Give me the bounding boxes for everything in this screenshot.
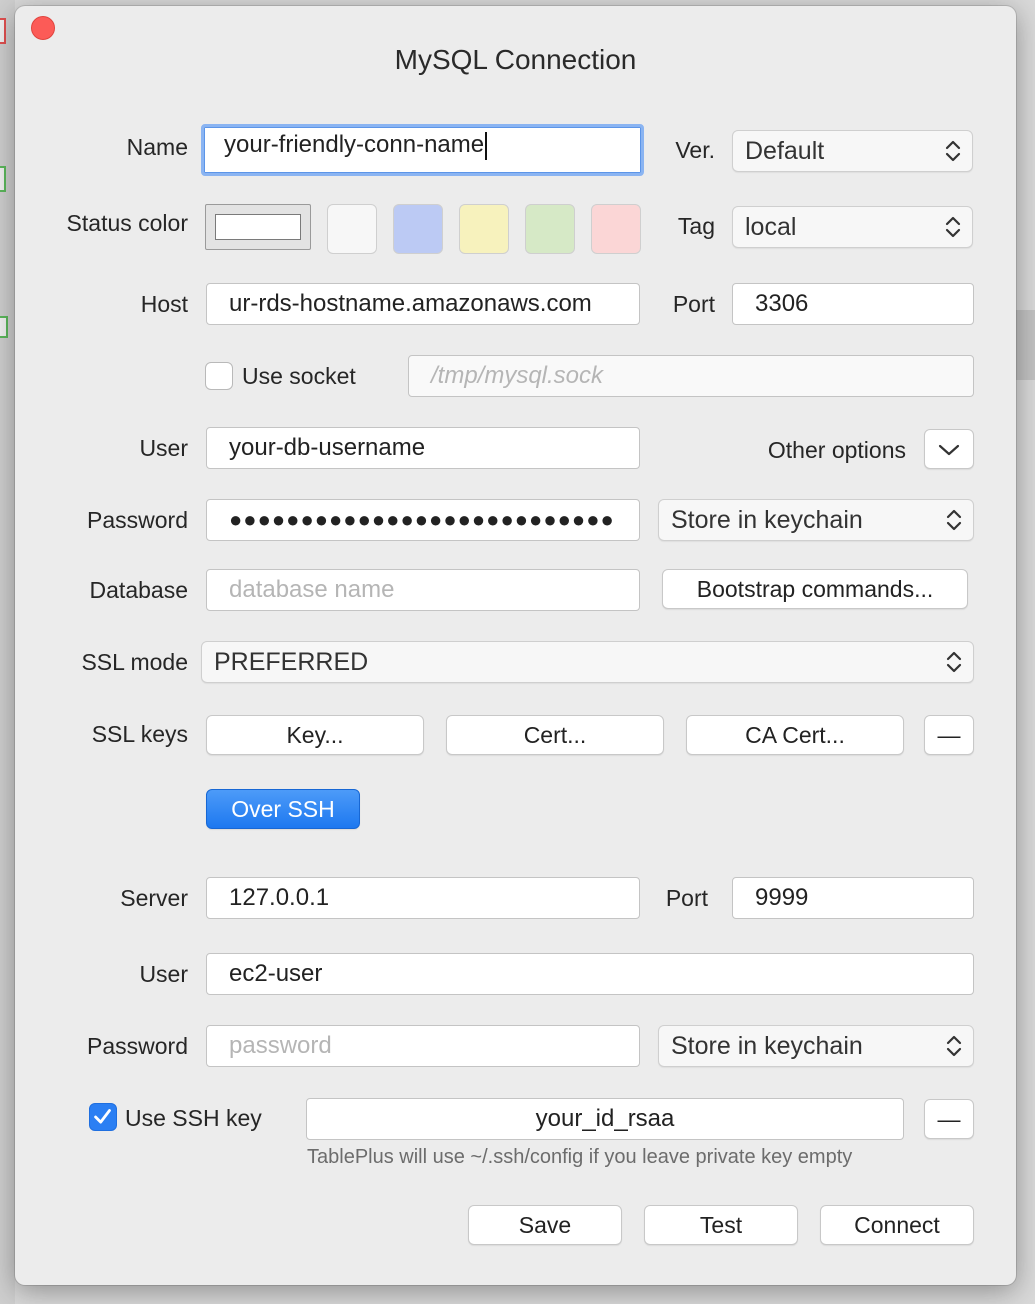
tag-select[interactable]: local (732, 206, 973, 248)
name-label: Name (126, 134, 188, 160)
user-input[interactable]: your-db-username (206, 427, 640, 469)
updown-chevron-icon (946, 1035, 962, 1057)
ssh-key-hint: TablePlus will use ~/.ssh/config if you … (307, 1146, 853, 1168)
host-input[interactable]: ur-rds-hostname.amazonaws.com (206, 283, 640, 325)
port-label: Port (672, 291, 715, 317)
background-green-mark-2 (0, 316, 8, 338)
test-button[interactable]: Test (644, 1205, 798, 1245)
ssl-keys-label: SSL keys (91, 721, 188, 747)
use-ssh-key-checkbox[interactable] (89, 1103, 117, 1131)
dialog-title: MySQL Connection (394, 44, 637, 75)
status-color-swatch-yellow[interactable] (459, 204, 509, 254)
database-label: Database (89, 577, 188, 603)
name-input[interactable]: your-friendly-conn-name (201, 124, 644, 176)
updown-chevron-icon (946, 651, 962, 673)
host-label: Host (140, 291, 188, 317)
bootstrap-commands-button[interactable]: Bootstrap commands... (662, 569, 968, 609)
save-button[interactable]: Save (468, 1205, 622, 1245)
connect-button[interactable]: Connect (820, 1205, 974, 1245)
ssh-password-label: Password (87, 1033, 188, 1059)
ssh-password-input[interactable]: password (206, 1025, 640, 1067)
use-socket-label: Use socket (242, 363, 356, 389)
ssl-mode-label: SSL mode (81, 649, 188, 675)
version-select[interactable]: Default (732, 130, 973, 172)
background-green-mark (0, 166, 6, 192)
text-caret (485, 131, 488, 160)
other-options-label: Other options (767, 437, 906, 463)
ssh-port-label: Port (665, 885, 708, 911)
checkmark-icon (94, 1109, 111, 1124)
use-socket-checkbox[interactable] (205, 362, 233, 390)
ssh-server-label: Server (120, 885, 188, 911)
password-store-value: Store in keychain (671, 506, 863, 534)
updown-chevron-icon (946, 509, 962, 531)
ssh-password-store-select[interactable]: Store in keychain (658, 1025, 974, 1067)
close-button[interactable] (31, 16, 55, 40)
ssh-port-input[interactable]: 9999 (732, 877, 974, 919)
version-select-value: Default (745, 137, 825, 165)
ssl-key-button[interactable]: Key... (206, 715, 424, 755)
ssl-ca-cert-button[interactable]: CA Cert... (686, 715, 904, 755)
ssl-mode-value: PREFERRED (214, 648, 369, 676)
ssh-user-label: User (139, 961, 188, 987)
database-input[interactable]: database name (206, 569, 640, 611)
socket-path-input[interactable]: /tmp/mysql.sock (408, 355, 974, 397)
status-color-label: Status color (66, 210, 188, 236)
ssh-password-store-value: Store in keychain (671, 1032, 863, 1060)
updown-chevron-icon (945, 216, 961, 238)
password-label: Password (87, 507, 188, 533)
connection-dialog: MySQL Connection Name your-friendly-conn… (15, 6, 1016, 1285)
ssh-key-remove-button[interactable]: — (924, 1099, 974, 1139)
ssh-server-input[interactable]: 127.0.0.1 (206, 877, 640, 919)
password-input[interactable]: ●●●●●●●●●●●●●●●●●●●●●●●●●●● (206, 499, 640, 541)
password-store-select[interactable]: Store in keychain (658, 499, 974, 541)
over-ssh-button[interactable]: Over SSH (206, 789, 360, 829)
user-label: User (139, 435, 188, 461)
ssl-remove-button[interactable]: — (924, 715, 974, 755)
ssl-mode-select[interactable]: PREFERRED (201, 641, 974, 683)
tag-label: Tag (677, 213, 715, 239)
use-ssh-key-label: Use SSH key (125, 1105, 262, 1131)
port-input[interactable]: 3306 (732, 283, 974, 325)
ssh-user-input[interactable]: ec2-user (206, 953, 974, 995)
chevron-down-icon (938, 444, 960, 456)
status-color-swatch-green[interactable] (525, 204, 575, 254)
version-label: Ver. (675, 137, 715, 163)
ssl-cert-button[interactable]: Cert... (446, 715, 664, 755)
background-window-edge (0, 0, 15, 1304)
updown-chevron-icon (945, 140, 961, 162)
background-red-mark (0, 18, 6, 44)
swatch-none-inner (215, 214, 301, 240)
ssh-key-file-input[interactable]: your_id_rsaa (306, 1098, 904, 1140)
name-input-value: your-friendly-conn-name (224, 131, 485, 158)
status-color-swatch-gray[interactable] (327, 204, 377, 254)
status-color-swatch-none[interactable] (205, 204, 311, 250)
status-color-swatch-blue[interactable] (393, 204, 443, 254)
background-scrollbar (1016, 310, 1035, 380)
status-color-swatch-red[interactable] (591, 204, 641, 254)
tag-select-value: local (745, 213, 797, 241)
other-options-button[interactable] (924, 429, 974, 469)
